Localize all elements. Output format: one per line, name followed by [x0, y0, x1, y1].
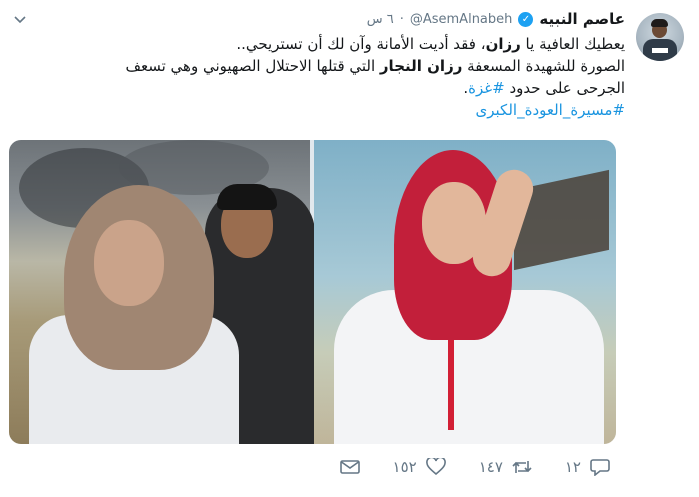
photo-right[interactable] [314, 140, 616, 444]
heart-icon [425, 456, 447, 478]
line2-pre: الصورة للشهيدة المسعفة [462, 57, 625, 75]
tweet-text: يعطيك العافية يا رزان، فقد أديت الأمانة … [25, 33, 625, 121]
avatar-hair [651, 19, 668, 27]
verified-badge-icon: ✓ [518, 11, 534, 27]
retweet-button[interactable]: ١٤٧ [479, 456, 533, 478]
reply-count: ١٢ [564, 458, 581, 476]
reply-icon [589, 456, 611, 478]
envelope-icon [339, 456, 361, 478]
media-grid [9, 140, 616, 444]
tweet-header: عاصم النبيه ✓ @AsemAlnabeh · ٦ س [367, 10, 625, 28]
like-button[interactable]: ١٥٢ [393, 456, 447, 478]
tweet-line-2: الصورة للشهيدة المسعفة رزان النجار التي … [25, 55, 625, 77]
face-shape [94, 220, 164, 306]
author-handle[interactable]: @AsemAlnabeh [410, 12, 513, 27]
tweet-line-3: الجرحى على حدود #غزة. [25, 77, 625, 99]
retweet-count: ١٤٧ [478, 458, 503, 476]
retweet-icon [511, 456, 533, 478]
line1-pre: يعطيك العافية يا [520, 35, 625, 53]
author-name[interactable]: عاصم النبيه [539, 10, 625, 28]
separator-dot: · [399, 11, 404, 27]
avatar[interactable] [636, 13, 684, 61]
chevron-down-icon[interactable] [12, 12, 28, 28]
hashtag-gaza-link[interactable]: #غزة [468, 79, 505, 97]
avatar-press-label [652, 48, 668, 53]
tweet-line-1: يعطيك العافية يا رزان، فقد أديت الأمانة … [25, 33, 625, 55]
photo-left[interactable] [9, 140, 315, 444]
man-hair [217, 184, 277, 210]
tweet-line-4: #مسيرة_العودة_الكبرى [25, 99, 625, 121]
hashtag-return-march-link[interactable]: #مسيرة_العودة_الكبرى [476, 101, 625, 119]
tweet-time[interactable]: ٦ س [367, 12, 394, 27]
line1-post: ، فقد أديت الأمانة وآن لك أن تستريحي.. [236, 35, 486, 53]
reply-button[interactable]: ١٢ [565, 456, 611, 478]
line3-pre: الجرحى على حدود [504, 79, 626, 97]
line1-bold: رزان [485, 35, 521, 53]
tweet-actions: ١٢ ١٤٧ ١٥٢ [307, 456, 611, 478]
dm-button[interactable] [339, 456, 361, 478]
line2-bold: رزان النجار [379, 57, 463, 75]
tweet-card[interactable]: عاصم النبيه ✓ @AsemAlnabeh · ٦ س يعطيك ا… [0, 0, 699, 497]
like-count: ١٥٢ [392, 458, 417, 476]
line2-post: التي قتلها الاحتلال الصهيوني وهي تسعف [125, 57, 380, 75]
